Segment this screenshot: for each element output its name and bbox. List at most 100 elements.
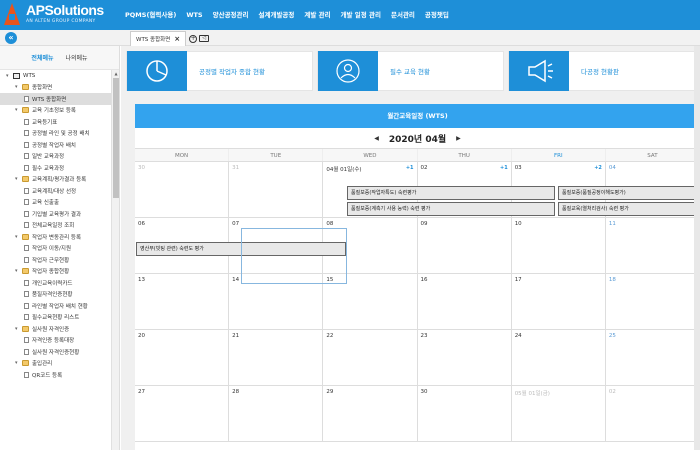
sidebar-item-26[interactable]: QR코드 등록 xyxy=(0,369,112,381)
expand-icon[interactable]: ▾ xyxy=(15,234,21,240)
calendar-day[interactable]: 05월 01일(금) xyxy=(512,386,606,442)
menu-item-2[interactable]: 양산공정관리 xyxy=(208,0,254,30)
menu-item-0[interactable]: PQMS(협력사용) xyxy=(120,0,181,30)
sidebar-item-16[interactable]: 작업자 근무현황 xyxy=(0,254,112,266)
summary-card-2[interactable]: 다공정 현황판 xyxy=(508,51,695,91)
calendar-day[interactable]: 24 xyxy=(512,330,606,386)
add-tab-icon[interactable]: + xyxy=(189,34,198,43)
calendar-day[interactable]: 11 xyxy=(606,218,700,274)
tab-wts-overview[interactable]: WTS 종합화면 × xyxy=(130,31,187,46)
calendar-day[interactable]: 20 xyxy=(135,330,230,386)
sidebar-item-17[interactable]: ▾ 작업자 종합현황 xyxy=(0,266,112,278)
folder-icon xyxy=(22,360,29,367)
sidebar-item-1[interactable]: ▾ 종합화면 xyxy=(0,82,112,94)
expand-icon[interactable]: ▾ xyxy=(6,73,12,79)
more-events-link[interactable]: +1 xyxy=(406,165,414,171)
sidebar-item-label: 실사원 자격인증현황 xyxy=(32,349,80,356)
page-icon xyxy=(24,371,29,378)
calendar-day[interactable]: 18 xyxy=(606,274,700,330)
calendar-day[interactable]: 13 xyxy=(135,274,230,330)
sidebar-scrollbar[interactable]: ▲ xyxy=(111,70,119,450)
calendar-day[interactable]: 02 xyxy=(606,386,700,442)
tab-list-icon[interactable]: ◁ xyxy=(199,35,210,42)
expand-icon[interactable]: ▾ xyxy=(15,360,21,366)
event-e3[interactable]: 품질보증(품질공정이해도평가) xyxy=(558,186,700,200)
sidebar-item-15[interactable]: 작업자 이동/지원 xyxy=(0,243,112,255)
page-icon xyxy=(24,199,29,206)
menu-item-4[interactable]: 계발 관리 xyxy=(299,0,335,30)
next-month-icon[interactable]: ▶ xyxy=(456,135,461,142)
sidebar-item-19[interactable]: 품질자격인증현황 xyxy=(0,289,112,301)
sidebar-item-2[interactable]: WTS 종합화면 xyxy=(0,93,112,105)
expand-icon[interactable]: ▾ xyxy=(15,107,21,113)
summary-card-1[interactable]: 필수 교육 현황 xyxy=(317,51,504,91)
calendar-day[interactable]: 29 xyxy=(323,386,418,442)
sidebar-item-5[interactable]: 공정별 라인 및 공정 배치 xyxy=(0,128,112,140)
more-events-link[interactable]: +2 xyxy=(594,165,602,171)
folder-icon xyxy=(22,233,29,240)
sidebar-item-0[interactable]: ▾ WTS xyxy=(0,70,112,82)
menu-item-3[interactable]: 설계개발공정 xyxy=(254,0,300,30)
calendar-day[interactable]: 22 xyxy=(323,330,418,386)
calendar-day[interactable]: 23 xyxy=(418,330,512,386)
event-e2[interactable]: 품질보증(계측기 사용 능력) 숙련 평가 xyxy=(347,202,555,216)
sidebar-item-21[interactable]: 필수교육현황 리스트 xyxy=(0,312,112,324)
event-e4[interactable]: 품질교육(열처리검사) 숙련 평가 xyxy=(558,202,700,216)
sidebar-item-3[interactable]: ▾ 교육 기초정보 등록 xyxy=(0,105,112,117)
calendar-day[interactable]: 10 xyxy=(512,218,606,274)
sidebar-item-6[interactable]: 공정별 작업자 배치 xyxy=(0,139,112,151)
sidebar-item-7[interactable]: 일반 교육과정 xyxy=(0,151,112,163)
expand-icon[interactable]: ▾ xyxy=(15,84,21,90)
expand-icon[interactable]: ▾ xyxy=(15,176,21,182)
sidebar-item-8[interactable]: 필수 교육과정 xyxy=(0,162,112,174)
sidebar-item-14[interactable]: ▾ 작업자 변동관리 등록 xyxy=(0,231,112,243)
sidebar-item-23[interactable]: 자격인증 등록대장 xyxy=(0,335,112,347)
expand-icon[interactable]: ▾ xyxy=(15,326,21,332)
menu-item-5[interactable]: 개발 일정 관리 xyxy=(336,0,386,30)
megaphone-icon xyxy=(509,51,569,91)
close-icon[interactable]: × xyxy=(174,35,180,43)
sidebar-item-9[interactable]: ▾ 교육계획/평가결과 등록 xyxy=(0,174,112,186)
sidebar-item-11[interactable]: 교육 신출출 xyxy=(0,197,112,209)
calendar-day[interactable]: 17 xyxy=(512,274,606,330)
sidebar-item-24[interactable]: 실사원 자격인증현황 xyxy=(0,346,112,358)
calendar-day[interactable]: 27 xyxy=(135,386,230,442)
sidebar-item-4[interactable]: 교육등기표 xyxy=(0,116,112,128)
scroll-up-icon[interactable]: ▲ xyxy=(112,70,120,78)
sidebar-item-12[interactable]: 기입별 교육평가 결과 xyxy=(0,208,112,220)
scroll-thumb[interactable] xyxy=(113,78,119,198)
summary-card-0[interactable]: 공정별 작업자 종합 현황 xyxy=(126,51,313,91)
calendar-day[interactable]: 16 xyxy=(418,274,512,330)
tab-all-menu[interactable]: 전체메뉴 xyxy=(31,53,53,62)
prev-month-icon[interactable]: ◀ xyxy=(374,135,379,142)
expand-icon[interactable]: ▾ xyxy=(15,268,21,274)
sidebar-item-25[interactable]: ▾ 출입관리 xyxy=(0,358,112,370)
menu-item-7[interactable]: 공정챗딥 xyxy=(420,0,454,30)
menu-item-1[interactable]: WTS xyxy=(181,0,207,30)
page-icon xyxy=(24,348,29,355)
today-highlight xyxy=(241,228,347,284)
weekday-wed: WED xyxy=(323,149,418,161)
calendar-day[interactable]: 09 xyxy=(418,218,512,274)
calendar-day[interactable]: 31 xyxy=(229,162,324,218)
main-scrollbar[interactable] xyxy=(694,46,700,450)
calendar-day[interactable]: 21 xyxy=(229,330,324,386)
sidebar-item-20[interactable]: 라인별 작업자 배치 현황 xyxy=(0,300,112,312)
sidebar-item-10[interactable]: 교육계획/대상 선정 xyxy=(0,185,112,197)
sidebar-item-18[interactable]: 개인교육이력카드 xyxy=(0,277,112,289)
sidebar-item-13[interactable]: 전체교육일정 조회 xyxy=(0,220,112,232)
menu-item-6[interactable]: 문서관리 xyxy=(386,0,420,30)
calendar-day[interactable]: 25 xyxy=(606,330,700,386)
event-e1[interactable]: 품질보증(작업자특도) 숙련평가 xyxy=(347,186,555,200)
calendar-day[interactable]: 30 xyxy=(135,162,230,218)
sidebar-item-label: WTS 종합화면 xyxy=(32,96,67,103)
calendar-day[interactable]: 28 xyxy=(229,386,324,442)
logo[interactable]: APSolutions AN ALTEN GROUP COMPANY xyxy=(0,0,120,30)
more-events-link[interactable]: +1 xyxy=(500,165,508,171)
sidebar-item-22[interactable]: ▾ 실사원 자격인증 xyxy=(0,323,112,335)
collapse-sidebar-icon[interactable]: « xyxy=(5,32,17,44)
sidebar-item-label: 교육계획/대상 선정 xyxy=(32,188,77,195)
folder-icon xyxy=(22,325,29,332)
tab-my-menu[interactable]: 나의메뉴 xyxy=(66,53,88,62)
calendar-day[interactable]: 30 xyxy=(418,386,512,442)
